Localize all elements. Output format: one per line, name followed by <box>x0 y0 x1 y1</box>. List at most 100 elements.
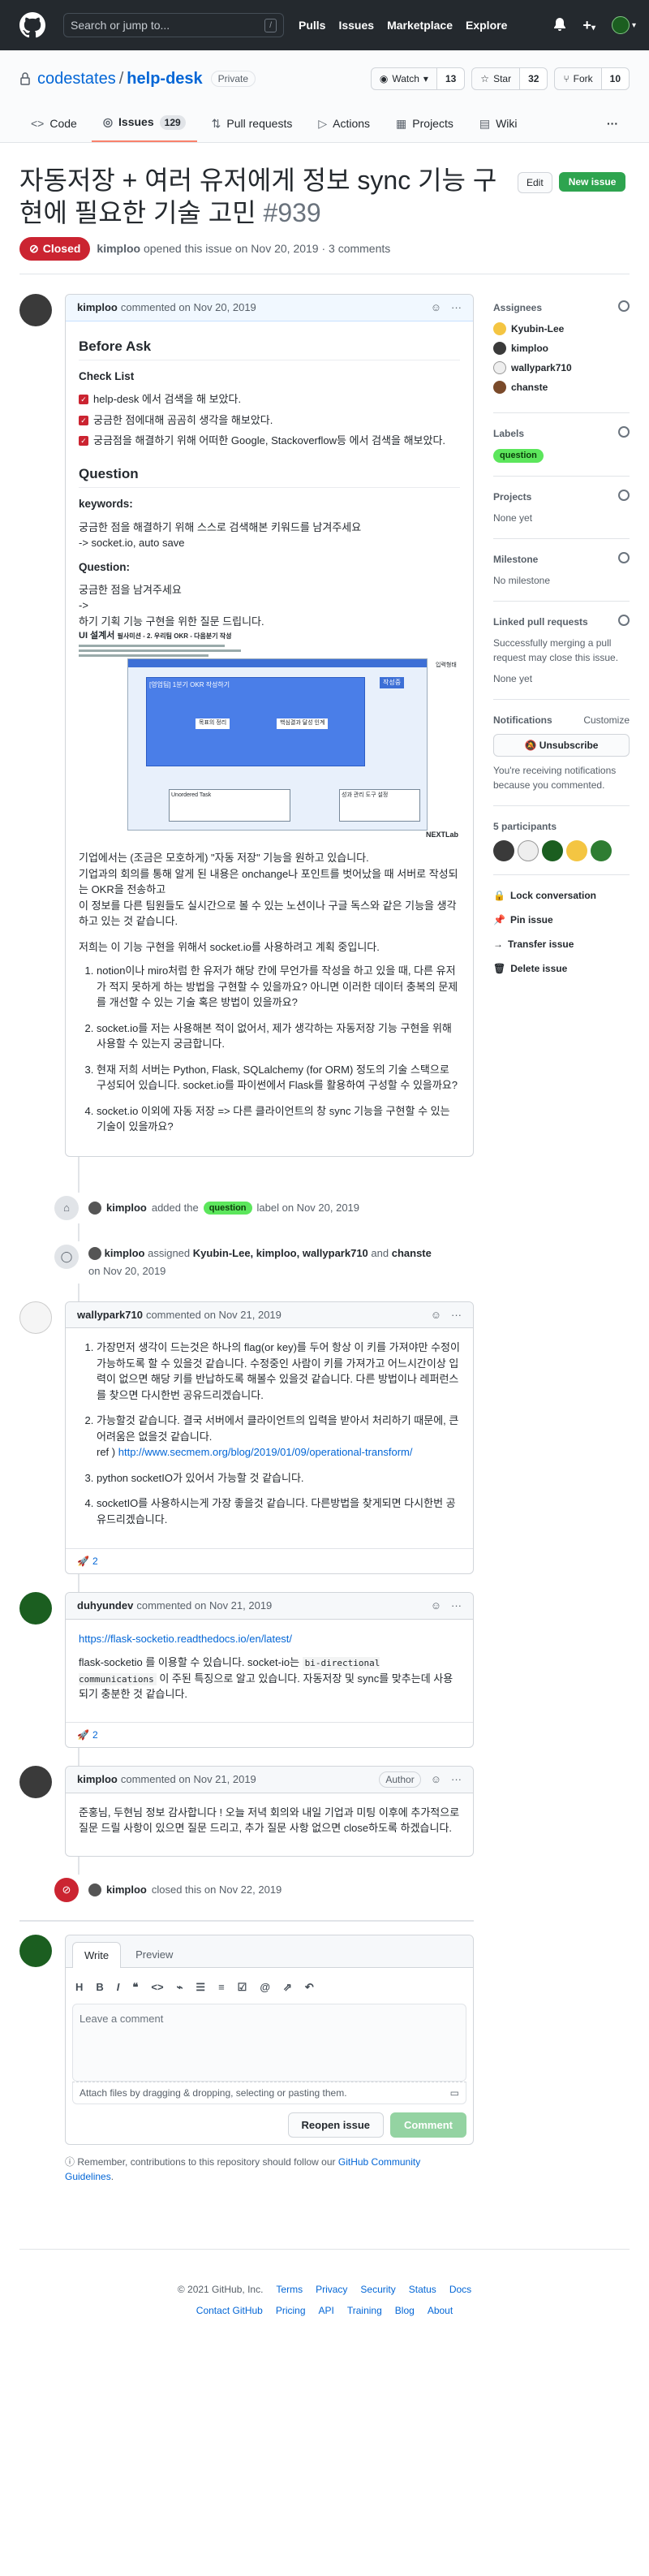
avatar[interactable] <box>88 1201 101 1215</box>
tab-wiki[interactable]: ▤ Wiki <box>468 109 529 142</box>
reopen-issue-button[interactable]: Reopen issue <box>287 2112 385 2138</box>
nav-explore[interactable]: Explore <box>466 17 507 34</box>
nav-pulls[interactable]: Pulls <box>299 17 325 34</box>
footer-link[interactable]: Blog <box>395 2303 415 2318</box>
tabs-more-button[interactable]: ··· <box>595 109 630 142</box>
avatar[interactable] <box>19 1592 52 1625</box>
gear-icon[interactable] <box>618 614 630 626</box>
unsubscribe-button[interactable]: 🔕 Unsubscribe <box>493 733 630 757</box>
smiley-icon[interactable]: ☺ <box>431 300 441 316</box>
nav-marketplace[interactable]: Marketplace <box>387 17 453 34</box>
tab-projects[interactable]: ▦ Projects <box>385 109 465 142</box>
assignee-item[interactable]: kimploo <box>493 341 630 356</box>
code-icon[interactable]: <> <box>151 1979 163 1996</box>
avatar[interactable] <box>88 1883 101 1896</box>
label-question[interactable]: question <box>493 449 544 463</box>
reaction-count[interactable]: 2 <box>92 1554 98 1568</box>
comment-author[interactable]: duhyundev <box>77 1598 133 1614</box>
transfer-issue-link[interactable]: → Transfer issue <box>493 937 630 951</box>
edit-title-button[interactable]: Edit <box>518 172 552 193</box>
tab-actions[interactable]: ▷ Actions <box>307 109 381 142</box>
assignee-item[interactable]: chanste <box>493 380 630 395</box>
rocket-icon[interactable]: 🚀 <box>77 1728 89 1742</box>
list-ordered-icon[interactable]: ≡ <box>218 1979 225 1996</box>
kebab-horizontal-icon[interactable]: ··· <box>451 300 462 316</box>
footer-link[interactable]: Docs <box>449 2282 471 2297</box>
reply-icon[interactable]: ↶ <box>305 1979 314 1996</box>
avatar[interactable] <box>19 294 52 326</box>
avatar[interactable] <box>493 839 514 861</box>
tasklist-icon[interactable]: ☑ <box>238 1979 247 1996</box>
mention-icon[interactable]: @ <box>260 1979 270 1996</box>
footer-link[interactable]: Terms <box>276 2282 303 2297</box>
heading-icon[interactable]: H <box>75 1979 83 1996</box>
link-icon[interactable]: ⌁ <box>177 1979 183 1996</box>
tab-pull-requests[interactable]: ⇅ Pull requests <box>200 109 304 142</box>
repo-name-link[interactable]: help-desk <box>127 67 202 91</box>
issue-author-link[interactable]: kimploo <box>97 242 140 255</box>
footer-link[interactable]: Privacy <box>316 2282 347 2297</box>
lock-conversation-link[interactable]: 🔒 Lock conversation <box>493 888 630 903</box>
avatar[interactable] <box>88 1247 101 1261</box>
attach-files-bar[interactable]: Attach files by dragging & dropping, sel… <box>72 2081 466 2104</box>
comment-timestamp[interactable]: commented on Nov 20, 2019 <box>121 300 256 316</box>
new-issue-button[interactable]: New issue <box>558 172 626 192</box>
gear-icon[interactable] <box>618 426 630 438</box>
footer-link[interactable]: About <box>428 2303 453 2318</box>
fork-count[interactable]: 10 <box>600 68 629 89</box>
reaction-count[interactable]: 2 <box>92 1728 98 1742</box>
milestone-title[interactable]: Milestone <box>493 552 538 567</box>
search-input[interactable]: Search or jump to... / <box>63 13 284 37</box>
italic-icon[interactable]: I <box>117 1979 120 1996</box>
gear-icon[interactable] <box>618 300 630 312</box>
label-question[interactable]: question <box>203 1201 252 1215</box>
quote-icon[interactable]: ❝ <box>132 1979 138 1996</box>
comment-author[interactable]: kimploo <box>77 300 118 316</box>
watch-button[interactable]: ◉ Watch ▾ 13 <box>370 67 466 90</box>
gear-icon[interactable] <box>618 551 630 563</box>
avatar[interactable] <box>19 1765 52 1798</box>
assignee-item[interactable]: wallypark710 <box>493 360 630 375</box>
comment-timestamp[interactable]: commented on Nov 21, 2019 <box>136 1598 272 1614</box>
user-menu[interactable]: ▾ <box>611 16 636 34</box>
avatar[interactable] <box>591 839 612 861</box>
comment-timestamp[interactable]: commented on Nov 21, 2019 <box>146 1307 282 1323</box>
footer-link[interactable]: Status <box>409 2282 436 2297</box>
rocket-icon[interactable]: 🚀 <box>77 1554 89 1568</box>
watch-count[interactable]: 13 <box>436 68 465 89</box>
footer-link[interactable]: Pricing <box>276 2303 306 2318</box>
comment-timestamp[interactable]: commented on Nov 21, 2019 <box>121 1771 256 1788</box>
comment-author[interactable]: kimploo <box>77 1771 118 1788</box>
footer-link[interactable]: API <box>319 2303 334 2318</box>
comment-button[interactable]: Comment <box>390 2112 466 2138</box>
avatar[interactable] <box>566 839 587 861</box>
customize-link[interactable]: Customize <box>583 713 630 727</box>
footer-link[interactable]: Security <box>360 2282 395 2297</box>
event-actor[interactable]: kimploo <box>106 1200 147 1216</box>
kebab-horizontal-icon[interactable]: ··· <box>451 1307 462 1323</box>
avatar[interactable] <box>19 1934 52 1967</box>
star-count[interactable]: 32 <box>519 68 548 89</box>
tab-preview[interactable]: Preview <box>124 1942 184 1968</box>
repo-owner-link[interactable]: codestates <box>37 67 116 91</box>
cross-reference-icon[interactable]: ⇗ <box>283 1979 292 1996</box>
smiley-icon[interactable]: ☺ <box>431 1771 441 1788</box>
bold-icon[interactable]: B <box>96 1979 103 1996</box>
tab-code[interactable]: <> Code <box>19 109 88 142</box>
reference-link[interactable]: http://www.secmem.org/blog/2019/01/09/op… <box>118 1446 413 1458</box>
smiley-icon[interactable]: ☺ <box>431 1307 441 1323</box>
create-new-button[interactable]: +▾ <box>582 15 595 37</box>
comment-textarea[interactable]: Leave a comment <box>72 2003 466 2082</box>
docs-link[interactable]: https://flask-socketio.readthedocs.io/en… <box>79 1633 292 1645</box>
bell-icon[interactable] <box>553 18 566 32</box>
projects-title[interactable]: Projects <box>493 490 531 504</box>
footer-link[interactable]: Training <box>347 2303 382 2318</box>
labels-title[interactable]: Labels <box>493 426 524 441</box>
pin-issue-link[interactable]: 📌 Pin issue <box>493 913 630 927</box>
kebab-horizontal-icon[interactable]: ··· <box>451 1771 462 1788</box>
tab-issues[interactable]: ◎ Issues 129 <box>91 107 197 142</box>
fork-button[interactable]: ⑂ Fork 10 <box>554 67 630 90</box>
kebab-horizontal-icon[interactable]: ··· <box>451 1598 462 1614</box>
avatar[interactable] <box>518 839 539 861</box>
gear-icon[interactable] <box>618 489 630 501</box>
